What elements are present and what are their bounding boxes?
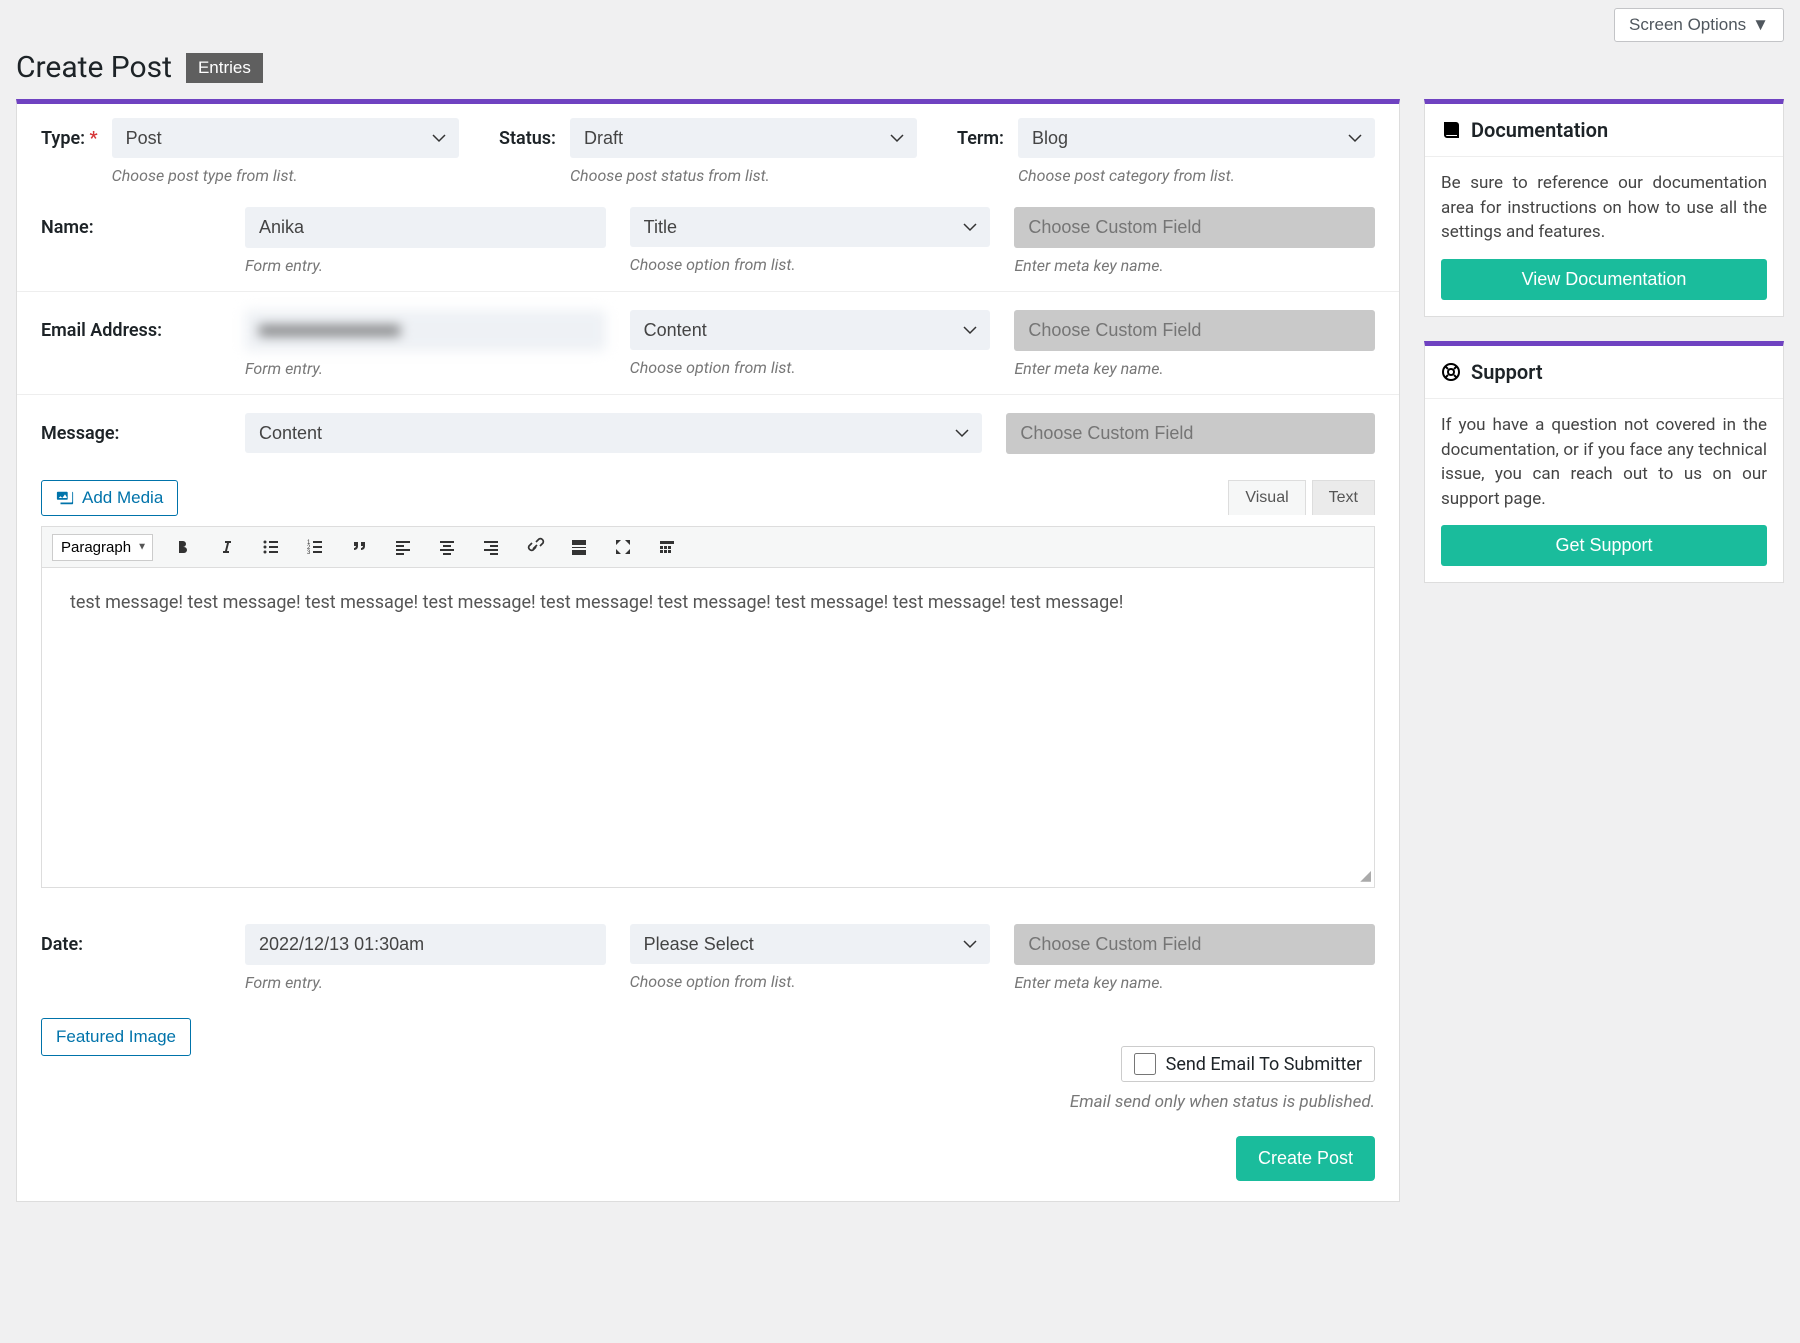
status-hint: Choose post status from list. (570, 166, 917, 185)
send-email-label: Send Email To Submitter (1166, 1054, 1362, 1075)
send-email-hint: Email send only when status is published… (41, 1092, 1375, 1112)
editor-section: Add Media Visual Text Paragraph ▼ (17, 462, 1399, 906)
name-value (245, 207, 606, 248)
top-bar: Screen Options ▼ (16, 0, 1784, 50)
documentation-title: Documentation (1471, 118, 1608, 142)
documentation-body: Be sure to reference our documentation a… (1425, 157, 1783, 259)
email-meta-input (1014, 310, 1375, 351)
email-option-hint: Choose option from list. (630, 358, 991, 377)
editor-content[interactable]: test message! test message! test message… (41, 568, 1375, 888)
status-label: Status: (499, 118, 556, 149)
name-label: Name: (41, 207, 221, 238)
type-hint: Choose post type from list. (112, 166, 459, 185)
editor-toolbar: Paragraph ▼ 123 (41, 526, 1375, 568)
name-value-hint: Form entry. (245, 256, 606, 275)
view-documentation-button[interactable]: View Documentation (1441, 259, 1767, 300)
create-post-panel: Type: * Post Choose post type from list. (16, 99, 1400, 1202)
name-option-select[interactable]: Title (630, 207, 991, 247)
email-value (245, 310, 606, 351)
message-option-select[interactable]: Content (245, 413, 982, 453)
email-value-hint: Form entry. (245, 359, 606, 378)
name-meta-hint: Enter meta key name. (1014, 256, 1375, 275)
tab-visual[interactable]: Visual (1228, 480, 1305, 515)
documentation-panel: Documentation Be sure to reference our d… (1424, 99, 1784, 317)
caret-down-icon: ▼ (1752, 15, 1769, 35)
svg-text:3: 3 (307, 550, 311, 556)
date-meta-hint: Enter meta key name. (1014, 973, 1375, 992)
email-option-select[interactable]: Content (630, 310, 991, 350)
blockquote-icon[interactable] (345, 533, 373, 561)
get-support-button[interactable]: Get Support (1441, 525, 1767, 566)
bold-icon[interactable] (169, 533, 197, 561)
resize-handle-icon[interactable]: ◢ (1360, 868, 1371, 884)
send-email-checkbox-wrap[interactable]: Send Email To Submitter (1121, 1046, 1375, 1082)
type-select[interactable]: Post (112, 118, 459, 158)
entries-button[interactable]: Entries (186, 53, 263, 83)
add-media-button[interactable]: Add Media (41, 480, 178, 516)
message-meta-input (1006, 413, 1375, 454)
page-header: Create Post Entries (16, 50, 1784, 85)
toolbar-toggle-icon[interactable] (653, 533, 681, 561)
align-right-icon[interactable] (477, 533, 505, 561)
support-body: If you have a question not covered in th… (1425, 399, 1783, 526)
support-panel: Support If you have a question not cover… (1424, 341, 1784, 584)
date-value-hint: Form entry. (245, 973, 606, 992)
email-label: Email Address: (41, 310, 221, 341)
format-select[interactable]: Paragraph (52, 534, 153, 561)
message-label: Message: (41, 413, 221, 444)
media-icon (56, 489, 74, 507)
screen-options-label: Screen Options (1629, 15, 1746, 35)
term-label: Term: (957, 118, 1004, 149)
add-media-label: Add Media (82, 488, 163, 508)
name-option-hint: Choose option from list. (630, 255, 991, 274)
date-value (245, 924, 606, 965)
status-select[interactable]: Draft (570, 118, 917, 158)
name-meta-input (1014, 207, 1375, 248)
page-title: Create Post (16, 50, 172, 85)
support-title: Support (1471, 360, 1543, 384)
unordered-list-icon[interactable] (257, 533, 285, 561)
lifebuoy-icon (1441, 362, 1461, 382)
italic-icon[interactable] (213, 533, 241, 561)
screen-options-button[interactable]: Screen Options ▼ (1614, 8, 1784, 42)
date-meta-input (1014, 924, 1375, 965)
ordered-list-icon[interactable]: 123 (301, 533, 329, 561)
tab-text[interactable]: Text (1312, 480, 1375, 515)
fullscreen-icon[interactable] (609, 533, 637, 561)
date-option-hint: Choose option from list. (630, 972, 991, 991)
type-label: Type: * (41, 118, 98, 149)
link-icon[interactable] (521, 533, 549, 561)
email-meta-hint: Enter meta key name. (1014, 359, 1375, 378)
align-left-icon[interactable] (389, 533, 417, 561)
date-label: Date: (41, 924, 221, 955)
featured-image-button[interactable]: Featured Image (41, 1018, 191, 1056)
date-option-select[interactable]: Please Select (630, 924, 991, 964)
term-hint: Choose post category from list. (1018, 166, 1375, 185)
send-email-checkbox[interactable] (1134, 1053, 1156, 1075)
create-post-button[interactable]: Create Post (1236, 1136, 1375, 1181)
book-icon (1441, 120, 1461, 140)
read-more-icon[interactable] (565, 533, 593, 561)
editor-text: test message! test message! test message… (70, 592, 1123, 613)
align-center-icon[interactable] (433, 533, 461, 561)
term-select[interactable]: Blog (1018, 118, 1375, 158)
